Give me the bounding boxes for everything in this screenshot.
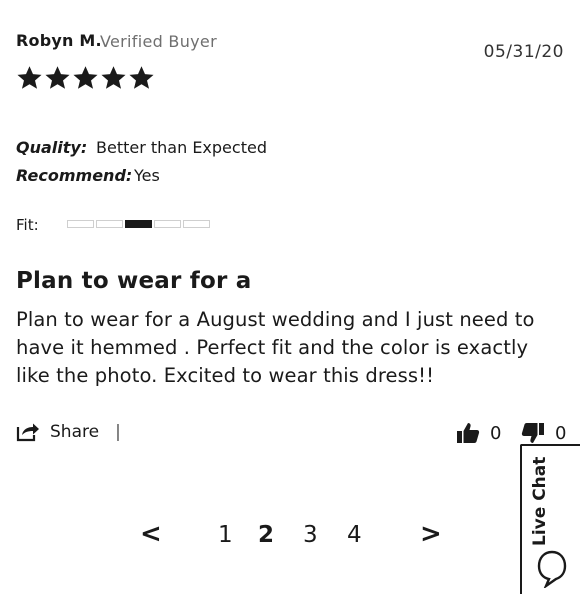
page-1-link[interactable]: 1: [218, 522, 233, 548]
verified-buyer-badge: Verified Buyer: [100, 32, 217, 51]
page-4-link[interactable]: 4: [347, 522, 362, 548]
star-rating: [16, 64, 155, 92]
fit-segment: [154, 220, 181, 228]
thumbs-up-icon: [457, 423, 480, 443]
review-title: Plan to wear for a: [16, 268, 252, 294]
fit-segment: [96, 220, 123, 228]
share-icon: [16, 423, 39, 442]
share-label: Share: [50, 422, 100, 442]
share-separator: |: [115, 422, 121, 442]
share-button[interactable]: Share |: [16, 422, 121, 442]
fit-segment-selected: [125, 220, 152, 228]
reviewer-name: Robyn M.: [16, 31, 102, 50]
recommend-value: Yes: [134, 166, 160, 185]
prev-page-button[interactable]: <: [140, 519, 162, 549]
page-3-link[interactable]: 3: [303, 522, 318, 548]
next-page-button[interactable]: >: [420, 519, 442, 549]
helpful-vote-button[interactable]: 0: [456, 422, 501, 444]
helpful-count: 0: [490, 422, 502, 444]
live-chat-label: Live Chat: [530, 456, 550, 546]
unhelpful-vote-button[interactable]: 0: [521, 422, 566, 444]
chat-bubble-icon: [537, 550, 567, 588]
review-date: 05/31/20: [483, 42, 564, 62]
fit-segment: [183, 220, 210, 228]
fit-scale: [67, 220, 210, 228]
fit-label: Fit:: [16, 216, 39, 234]
star-icon: [45, 66, 70, 89]
star-icon: [17, 66, 42, 89]
thumbs-down-icon: [521, 423, 544, 443]
unhelpful-count: 0: [555, 422, 567, 444]
fit-segment: [67, 220, 94, 228]
live-chat-tab[interactable]: Live Chat: [520, 444, 580, 594]
recommend-label: Recommend:: [16, 166, 133, 185]
review-body: Plan to wear for a August wedding and I …: [16, 308, 535, 387]
quality-value: Better than Expected: [96, 138, 267, 157]
quality-label: Quality:: [16, 138, 88, 157]
star-icon: [101, 66, 126, 89]
star-icon: [129, 66, 154, 89]
page-2-current[interactable]: 2: [258, 522, 274, 548]
star-icon: [73, 66, 98, 89]
